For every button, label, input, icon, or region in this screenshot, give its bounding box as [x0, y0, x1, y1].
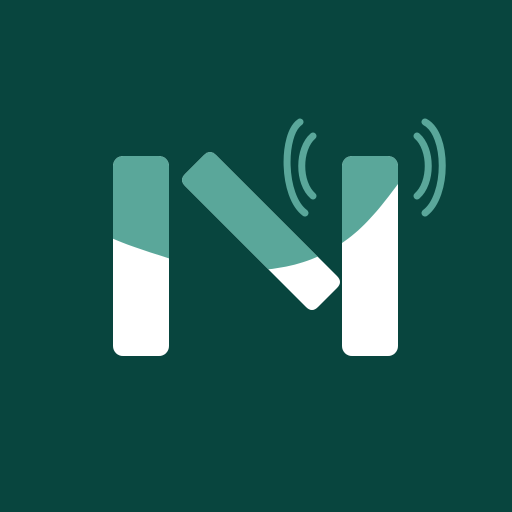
signal-waves-right-icon — [413, 118, 446, 217]
signal-waves-left-icon — [283, 118, 317, 217]
app-icon-canvas — [0, 0, 512, 512]
n-letter-broadcast-logo-icon — [113, 118, 446, 356]
